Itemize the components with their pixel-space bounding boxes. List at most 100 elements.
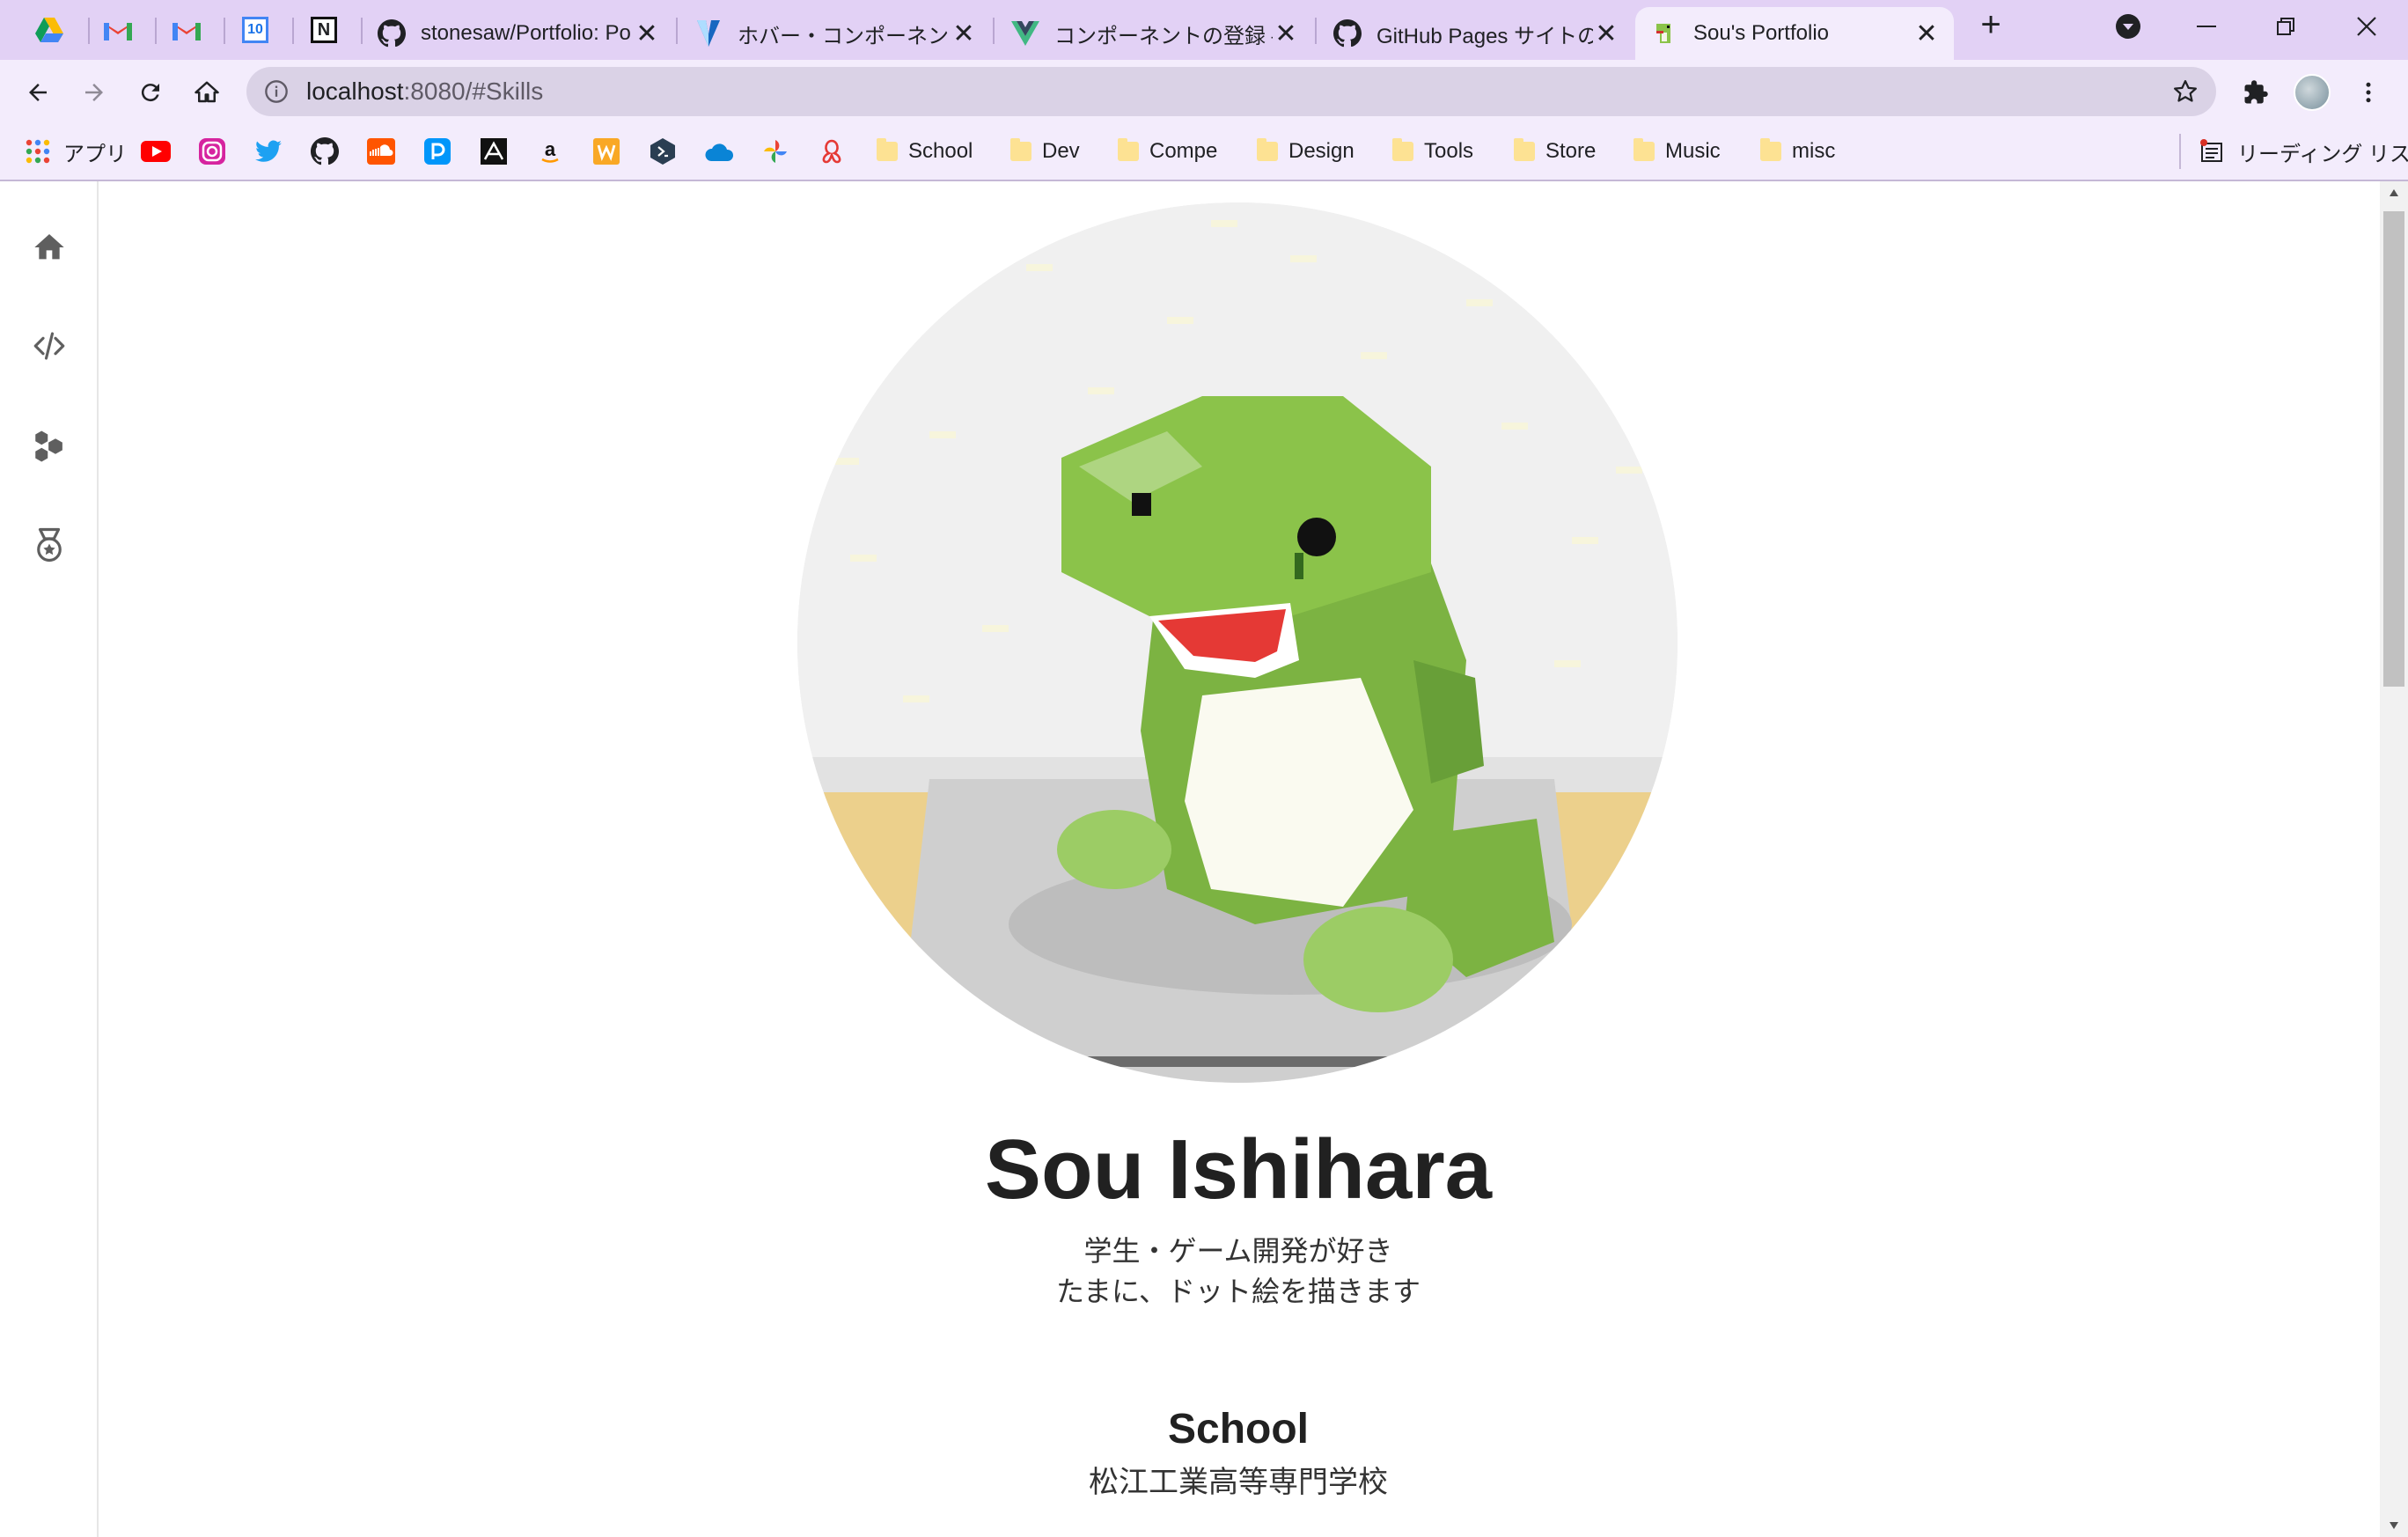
scrollbar-thumb[interactable] [2383,211,2404,687]
profile-avatar[interactable] [2292,72,2332,113]
close-icon[interactable]: ✕ [1593,19,1619,48]
bookmark-soundcloud[interactable] [366,132,396,171]
pixel-dinosaur-image [797,202,1678,1083]
reading-list-button[interactable]: リーディング リスト [2197,132,2408,171]
atcoder-icon [479,136,509,166]
bookmark-apps[interactable]: アプリ [23,132,127,171]
scroll-up-icon[interactable] [2389,188,2399,197]
extensions-button[interactable] [2235,72,2276,113]
bookmark-folder-store[interactable]: Store [1514,132,1596,171]
reload-icon [141,84,159,102]
restore-icon [2277,18,2294,35]
tab-separator [224,18,225,44]
folder-icon [1118,138,1139,161]
bookmarks-bar: アプリ a School Dev Compe Design Tools Stor… [0,125,2408,181]
bookmark-label: リーディング リスト [2237,142,2408,166]
star-icon[interactable] [2172,78,2199,105]
bookmark-folder-compe[interactable]: Compe [1118,132,1217,171]
bookmark-word[interactable] [591,132,621,171]
tab-vuetify-hover[interactable]: ホバー・コンポーネント — V ✕ [679,7,991,60]
tab-strip: 10 N stonesaw/Portfolio: Po ✕ ホバー・コンポーネン… [0,0,2408,60]
bookmark-amazon[interactable]: a [535,132,565,171]
reload-button[interactable] [130,72,171,113]
bookmark-folder-school[interactable]: School [877,132,973,171]
notion-icon[interactable]: N [305,11,343,49]
page-scrollbar[interactable] [2380,181,2408,1537]
bookmark-folder-misc[interactable]: misc [1760,132,1835,171]
bookmark-instagram[interactable] [197,132,227,171]
side-nav [0,181,99,1537]
back-button[interactable] [18,72,58,113]
bookmark-folder-tools[interactable]: Tools [1392,132,1473,171]
menu-button[interactable] [2348,72,2389,113]
bookmark-github[interactable] [310,132,340,171]
bookmark-onedrive[interactable] [704,132,734,171]
bookmark-label: misc [1792,139,1836,163]
tab-vue-components[interactable]: コンポーネントの登録 — V ✕ [996,7,1313,60]
tab-search-button[interactable] [2109,9,2147,44]
bookmark-folder-design[interactable]: Design [1257,132,1354,171]
bookmark-youtube[interactable] [141,132,171,171]
apps-grid-icon [23,136,53,166]
medal-icon [37,527,62,563]
bookmark-label: Design [1288,139,1354,163]
bookmark-label: Music [1665,139,1721,163]
home-button[interactable] [187,72,227,113]
google-drive-icon[interactable] [30,11,69,49]
tab-title: コンポーネントの登録 — V [1054,24,1273,48]
code-icon [33,332,65,360]
bookmark-devtools[interactable] [648,132,678,171]
tab-title: stonesaw/Portfolio: Po [421,21,631,45]
nav-awards[interactable] [27,523,71,567]
avatar [2294,74,2331,111]
arrow-right-icon [85,84,103,101]
bookmark-label: Tools [1424,139,1474,163]
folder-icon [1514,138,1535,161]
tab-title: GitHub Pages サイトの [1377,24,1593,48]
forward-button[interactable] [74,72,114,113]
github-icon [310,136,340,166]
bookmark-folder-dev[interactable]: Dev [1010,132,1080,171]
google-calendar-icon[interactable]: 10 [236,11,275,49]
bookmark-pdf[interactable] [817,132,847,171]
close-icon[interactable]: ✕ [951,19,977,48]
close-icon[interactable]: ✕ [634,19,660,48]
bookmark-pixiv[interactable] [422,132,452,171]
tab-sous-portfolio[interactable]: Sou's Portfolio ✕ [1635,7,1954,60]
url-text[interactable]: localhost:8080/#Skills [306,67,543,116]
new-tab-button[interactable]: + [1971,5,2010,44]
tab-separator [155,18,157,44]
address-bar[interactable]: localhost:8080/#Skills [246,67,2216,116]
info-icon[interactable] [264,79,289,104]
more-vert-icon [2366,82,2371,103]
scroll-down-icon[interactable] [2389,1521,2399,1530]
folder-icon [877,138,898,161]
nav-skills[interactable] [27,424,71,468]
tab-github-portfolio[interactable]: stonesaw/Portfolio: Po ✕ [363,7,674,60]
gmail-icon[interactable] [167,11,206,49]
window-close-button[interactable] [2345,9,2389,44]
gmail-icon[interactable] [99,11,137,49]
school-name: 松江工業高等専門学校 [1089,1466,1388,1499]
tab-github-pages[interactable]: GitHub Pages サイトの ✕ [1318,7,1633,60]
bookmark-photos[interactable] [760,132,790,171]
close-icon [2357,17,2376,36]
photos-icon [760,136,790,166]
profile-name: Sou Ishihara [984,1122,1493,1217]
youtube-icon [141,136,171,166]
arrow-left-icon [29,84,47,101]
devtools-icon [648,136,678,166]
close-icon[interactable]: ✕ [1913,19,1940,48]
nav-code[interactable] [27,324,71,368]
bookmark-folder-music[interactable]: Music [1633,132,1721,171]
bookmark-twitter[interactable] [253,132,283,171]
nav-home[interactable] [27,225,71,269]
close-icon[interactable]: ✕ [1273,19,1299,48]
restore-button[interactable] [2264,9,2308,44]
minimize-button[interactable] [2184,9,2228,44]
bookmark-atcoder[interactable] [479,132,509,171]
amazon-icon: a [535,136,565,166]
url-path: :8080/#Skills [403,77,544,105]
reading-list-icon [2197,136,2227,166]
bookmark-label: Compe [1149,139,1218,163]
